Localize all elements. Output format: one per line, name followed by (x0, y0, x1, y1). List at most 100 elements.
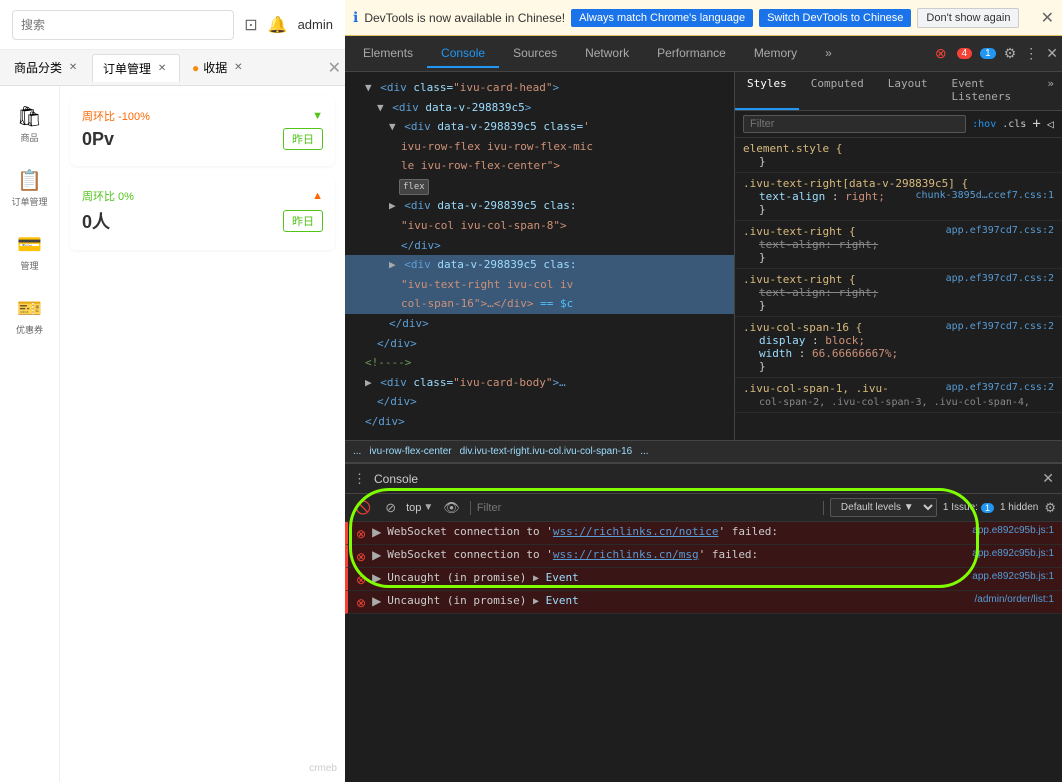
dt-tab-memory[interactable]: Memory (740, 40, 811, 68)
style-prop: display : block; (743, 334, 1054, 347)
tab-label: 收据 (203, 59, 227, 76)
info-bar-close-icon[interactable]: ✕ (1041, 8, 1054, 28)
toolbar-sep2 (823, 501, 824, 515)
tree-line[interactable]: ▼ <div data-v-298839c5> (345, 98, 734, 118)
dt-gear-icon[interactable]: ⚙ (1004, 45, 1017, 62)
tab-goods-category[interactable]: 商品分类 ✕ (4, 54, 90, 82)
dt-tab-performance[interactable]: Performance (643, 40, 740, 68)
console-drag-icon[interactable]: ⋮ (353, 471, 366, 487)
tree-line[interactable]: ▶ <div data-v-298839c5 clas: (345, 196, 734, 216)
yesterday-btn-1[interactable]: 昨日 (283, 128, 323, 150)
msg-arrow-2[interactable]: ▶ (372, 548, 381, 562)
styles-tab-layout[interactable]: Layout (876, 72, 940, 110)
breadcrumb-item-2[interactable]: div.ivu-text-right.ivu-col.ivu-col-span-… (460, 446, 633, 457)
error-icon-3: ⊗ (356, 573, 366, 587)
event-arrow-4[interactable]: ▶ (533, 596, 539, 607)
tree-line: </div> (345, 334, 734, 354)
event-label-3: Event (546, 571, 579, 584)
stat-card-1: 周环比 -100% ▼ 0Pv 昨日 (70, 96, 335, 166)
goods-icon: 🛍 (17, 104, 42, 129)
console-gear-icon[interactable]: ⚙ (1044, 500, 1056, 516)
style-source[interactable]: app.ef397cd7.css:2 (946, 321, 1054, 332)
style-source[interactable]: chunk-3895d…ccef7.css:1 (916, 190, 1054, 201)
dt-tab-console[interactable]: Console (427, 40, 499, 68)
msg-source-4[interactable]: /admin/order/list:1 (975, 594, 1054, 605)
issue-btn[interactable]: 1 Issue: 1 (943, 502, 994, 513)
default-levels-select[interactable]: Default levels ▼ (830, 498, 937, 517)
eye-btn[interactable]: 👁 (439, 498, 464, 518)
tree-line[interactable]: ▼ <div data-v-298839c5 class=' (345, 117, 734, 137)
console-close-icon[interactable]: ✕ (1042, 470, 1054, 486)
dt-close-icon[interactable]: ✕ (1046, 45, 1058, 62)
devtools-info-bar: ℹ DevTools is now available in Chinese! … (345, 0, 1062, 36)
dt-error-badge: 4 (957, 48, 973, 59)
yesterday-btn-2[interactable]: 昨日 (283, 210, 323, 232)
dt-more-icon[interactable]: ⋮ (1024, 45, 1038, 62)
sidebar-item-order[interactable]: 📋 订单管理 (0, 160, 59, 216)
msg-arrow-4[interactable]: ▶ (372, 594, 381, 608)
filter-cls[interactable]: .cls (1002, 119, 1026, 130)
msg-link-1[interactable]: wss://richlinks.cn/notice (553, 525, 719, 538)
top-arrow[interactable]: ▼ (423, 502, 433, 513)
msg-source-3[interactable]: app.e892c95b.js:1 (972, 571, 1054, 582)
msg-text-2: WebSocket connection to 'wss://richlinks… (387, 548, 966, 561)
sidebar-item-goods[interactable]: 🛍 商品 (0, 96, 59, 152)
event-arrow-3[interactable]: ▶ (533, 573, 539, 584)
style-selector: .ivu-col-span-1, .ivu- (743, 382, 889, 395)
search-input[interactable] (12, 10, 234, 40)
styles-more[interactable]: » (1039, 72, 1062, 110)
styles-tab-styles[interactable]: Styles (735, 72, 799, 110)
dt-tab-elements[interactable]: Elements (349, 40, 427, 68)
tab-order-mgmt[interactable]: 订单管理 ✕ (92, 54, 180, 82)
switch-chinese-button[interactable]: Switch DevTools to Chinese (759, 9, 911, 27)
msg-source-1[interactable]: app.e892c95b.js:1 (972, 525, 1054, 536)
tree-line[interactable]: ▶ <div class="ivu-card-body">… (345, 373, 734, 393)
clear-btn[interactable]: 🚫 (351, 498, 375, 518)
filter-hov[interactable]: :hov (972, 119, 996, 130)
dont-show-button[interactable]: Don't show again (917, 8, 1019, 28)
styles-panel: Styles Computed Layout Event Listeners »… (735, 72, 1062, 440)
dt-tab-sources[interactable]: Sources (499, 40, 571, 68)
styles-filter-input[interactable] (743, 115, 966, 133)
style-rule-1: .ivu-text-right[data-v-298839c5] { chunk… (735, 173, 1062, 221)
tree-line: </div> (345, 314, 734, 334)
main-content: 周环比 -100% ▼ 0Pv 昨日 周环比 0% ▲ 0人 昨日 (60, 86, 345, 782)
top-select-area: top ▼ (406, 502, 433, 514)
sidebar-item-coupon[interactable]: 🎫 优惠券 (0, 288, 59, 344)
style-source[interactable]: app.ef397cd7.css:2 (946, 225, 1054, 236)
tree-line-selected-3: col-span-16">…</div> == $c (345, 294, 734, 314)
dt-tab-network[interactable]: Network (571, 40, 643, 68)
style-source[interactable]: app.ef397cd7.css:2 (946, 273, 1054, 284)
styles-tab-events[interactable]: Event Listeners (939, 72, 1039, 110)
tab-close-order[interactable]: ✕ (155, 61, 169, 75)
breadcrumb-dots: ... (353, 446, 361, 457)
style-rule-3: .ivu-text-right { app.ef397cd7.css:2 tex… (735, 269, 1062, 317)
msg-link-2[interactable]: wss://richlinks.cn/msg (553, 548, 699, 561)
console-filter-input[interactable] (477, 502, 817, 514)
filter-arr-icon[interactable]: ◁ (1047, 117, 1054, 131)
bell-icon[interactable]: 🔔 (268, 15, 288, 35)
stop-btn[interactable]: ⊘ (381, 498, 400, 518)
breadcrumb-item-1[interactable]: ivu-row-flex-center (369, 446, 451, 457)
tab-close-receipt[interactable]: ✕ (231, 61, 245, 75)
console-messages[interactable]: ⊗ ▶ WebSocket connection to 'wss://richl… (345, 522, 1062, 782)
msg-source-2[interactable]: app.e892c95b.js:1 (972, 548, 1054, 559)
tab-receipt[interactable]: ● 收据 ✕ (182, 54, 255, 82)
html-tree[interactable]: ▼ <div class="ivu-card-head"> ▼ <div dat… (345, 72, 735, 440)
match-lang-button[interactable]: Always match Chrome's language (571, 9, 753, 27)
tab-dot: ● (192, 61, 199, 75)
styles-tab-computed[interactable]: Computed (799, 72, 876, 110)
tab-close-goods[interactable]: ✕ (66, 61, 80, 75)
msg-arrow-3[interactable]: ▶ (372, 571, 381, 585)
filter-plus-icon[interactable]: + (1032, 116, 1040, 132)
tabs-close-all[interactable]: ✕ (328, 58, 341, 78)
style-source[interactable]: app.ef397cd7.css:2 (946, 382, 1054, 393)
dt-tab-more[interactable]: » (811, 40, 846, 68)
scan-icon[interactable]: ⊡ (244, 15, 257, 35)
tree-line: </div> (345, 412, 734, 432)
devtools-panel: Elements Console Sources Network Perform… (345, 0, 1062, 782)
tree-line-selected[interactable]: ▶ <div data-v-298839c5 clas: (345, 255, 734, 275)
msg-arrow-1[interactable]: ▶ (372, 525, 381, 539)
tree-line[interactable]: ▼ <div class="ivu-card-head"> (345, 78, 734, 98)
sidebar-item-manage[interactable]: 💳 管理 (0, 224, 59, 280)
